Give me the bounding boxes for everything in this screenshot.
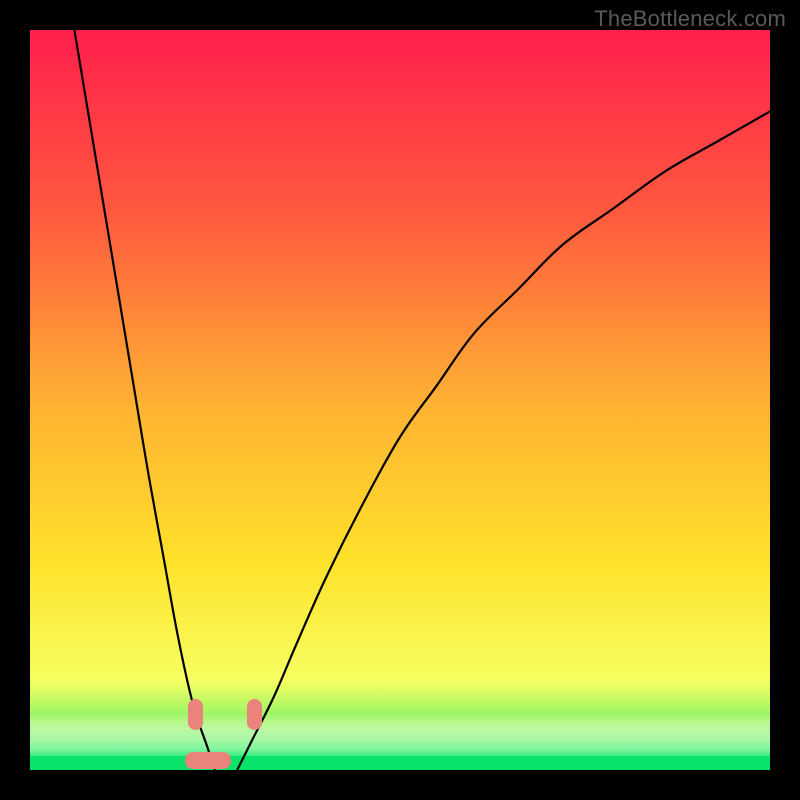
marker-left-top [188, 699, 203, 730]
watermark-text: TheBottleneck.com [594, 6, 786, 32]
marker-right-top [247, 699, 262, 730]
bottleneck-curve [30, 30, 770, 770]
plot-area [30, 30, 770, 770]
chart-frame: TheBottleneck.com [0, 0, 800, 800]
marker-bottom-span [185, 752, 231, 770]
